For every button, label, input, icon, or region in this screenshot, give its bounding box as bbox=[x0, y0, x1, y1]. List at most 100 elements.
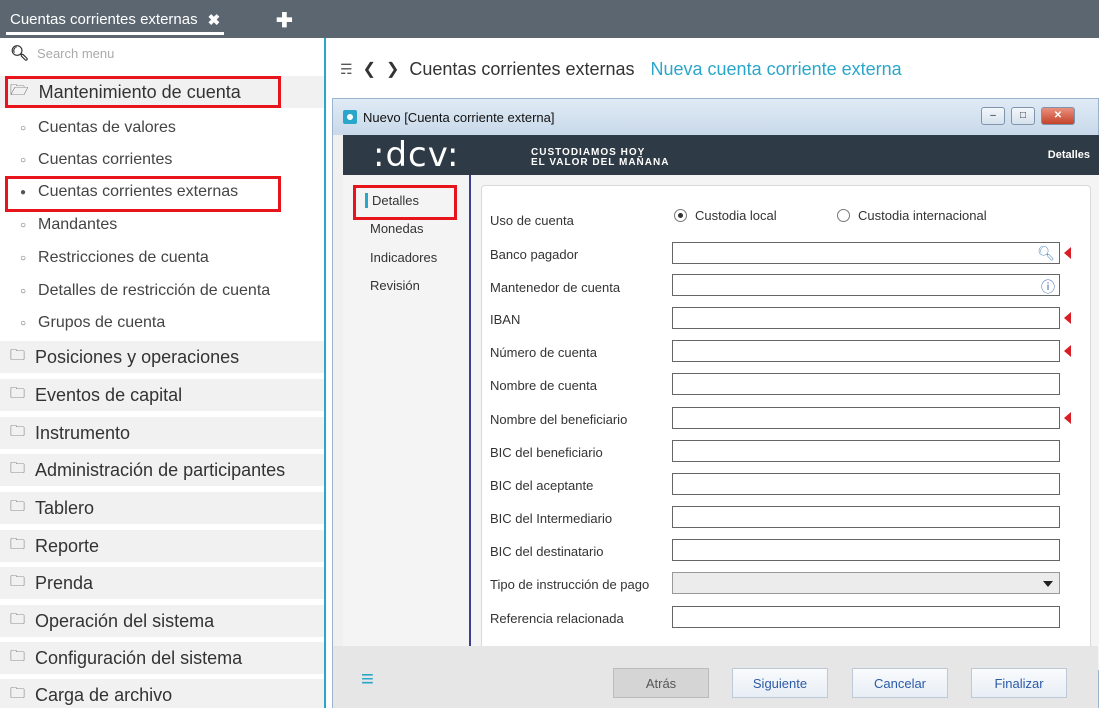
breadcrumb-current[interactable]: Cuentas corrientes externas bbox=[409, 59, 634, 80]
app-icon bbox=[343, 110, 357, 124]
required-marker bbox=[1064, 247, 1071, 259]
sidebar-item-label: Mandantes bbox=[38, 216, 118, 233]
new-account-dialog: Nuevo [Cuenta corriente externa] – □ ✕ :… bbox=[332, 98, 1099, 708]
banco-pagador-input[interactable]: 🔍︎ bbox=[672, 242, 1060, 264]
dialog-footer: ≡ Atrás Siguiente Cancelar Finalizar bbox=[333, 646, 1098, 708]
radio-label: Custodia internacional bbox=[858, 208, 987, 223]
sidebar-group-administracion[interactable]: 🗀︎ Administración de participantes bbox=[0, 454, 324, 486]
window-close-button[interactable]: ✕ bbox=[1041, 107, 1075, 125]
bic-intermediario-input[interactable] bbox=[672, 506, 1060, 528]
folder-icon: 🗀︎ bbox=[10, 610, 26, 628]
radio-custodia-local[interactable]: Custodia local bbox=[674, 208, 777, 223]
sidebar-group-operacion[interactable]: 🗀︎ Operación del sistema bbox=[0, 605, 324, 637]
highlight-box bbox=[5, 76, 281, 108]
sidebar-group-instrumento[interactable]: 🗀︎ Instrumento bbox=[0, 417, 324, 449]
back-button[interactable]: Atrás bbox=[613, 668, 709, 698]
sidebar-group-carga[interactable]: 🗀︎ Carga de archivo bbox=[0, 679, 324, 708]
minimize-button[interactable]: – bbox=[981, 107, 1005, 125]
field-label-iban: IBAN bbox=[490, 312, 521, 327]
sidebar-item-restricciones[interactable]: ○ Restricciones de cuenta bbox=[0, 242, 324, 274]
folder-icon: 🗀︎ bbox=[10, 384, 26, 402]
folder-icon: 🗀︎ bbox=[10, 535, 26, 553]
radio-custodia-internacional[interactable]: Custodia internacional bbox=[837, 208, 987, 223]
step-monedas[interactable]: Monedas bbox=[370, 221, 423, 236]
bullet-icon: ○ bbox=[20, 154, 27, 166]
folder-icon: 🗀︎ bbox=[10, 572, 26, 590]
tab-label: Cuentas corrientes externas bbox=[10, 11, 198, 28]
sidebar-group-label: Eventos de capital bbox=[35, 384, 183, 405]
wizard-steps: Detalles Monedas Indicadores Revisión bbox=[343, 175, 471, 670]
field-label-bic-intermediario: BIC del Intermediario bbox=[490, 511, 613, 526]
sidebar-item-label: Grupos de cuenta bbox=[38, 314, 166, 331]
folder-icon: 🗀︎ bbox=[10, 422, 26, 440]
sidebar-group-prenda[interactable]: 🗀︎ Prenda bbox=[0, 567, 324, 599]
search-icon: 🔍︎ bbox=[10, 45, 30, 62]
sidebar-group-reporte[interactable]: 🗀︎ Reporte bbox=[0, 530, 324, 562]
iban-input[interactable] bbox=[672, 307, 1060, 329]
sidebar-item-grupos-cuenta[interactable]: ○ Grupos de cuenta bbox=[0, 307, 324, 339]
search-input[interactable]: Search menu bbox=[37, 46, 114, 61]
tab-bar: Cuentas corrientes externas ✖ ✚ bbox=[0, 0, 1099, 38]
tipo-instruccion-select[interactable] bbox=[672, 572, 1060, 594]
sidebar-item-mandantes[interactable]: ○ Mandantes bbox=[0, 209, 324, 241]
bic-destinatario-input[interactable] bbox=[672, 539, 1060, 561]
field-label-beneficiario: Nombre del beneficiario bbox=[490, 412, 628, 427]
search-icon[interactable]: 🔍︎ bbox=[1037, 245, 1055, 262]
dialog-titlebar[interactable]: Nuevo [Cuenta corriente externa] – □ ✕ bbox=[333, 99, 1098, 135]
tab-cuentas-corrientes-externas[interactable]: Cuentas corrientes externas ✖ bbox=[6, 9, 225, 35]
bullet-icon: ○ bbox=[20, 252, 27, 264]
maximize-button[interactable]: □ bbox=[1011, 107, 1035, 125]
banner-section-label: Detalles bbox=[1047, 149, 1090, 161]
field-label-nombre-cuenta: Nombre de cuenta bbox=[490, 378, 597, 393]
sidebar-group-label: Operación del sistema bbox=[35, 610, 215, 631]
bullet-icon: ○ bbox=[20, 317, 27, 329]
sidebar-item-label: Detalles de restricción de cuenta bbox=[38, 282, 271, 299]
referencia-input[interactable] bbox=[672, 606, 1060, 628]
next-button[interactable]: Siguiente bbox=[732, 668, 828, 698]
nombre-beneficiario-input[interactable] bbox=[672, 407, 1060, 429]
details-form: Uso de cuenta Custodia local Custodia in… bbox=[481, 185, 1091, 655]
sidebar-group-label: Carga de archivo bbox=[35, 684, 173, 705]
highlight-box bbox=[353, 185, 457, 220]
menu-icon[interactable]: ≡ bbox=[361, 666, 374, 692]
sidebar-item-cuentas-valores[interactable]: ○ Cuentas de valores bbox=[0, 112, 324, 144]
field-label-tipo-instruccion: Tipo de instrucción de pago bbox=[490, 577, 650, 592]
field-label-bic-beneficiario: BIC del beneficiario bbox=[490, 445, 603, 460]
numero-cuenta-input[interactable] bbox=[672, 340, 1060, 362]
info-icon[interactable]: ⓘ bbox=[1041, 277, 1055, 297]
step-revision[interactable]: Revisión bbox=[370, 278, 420, 293]
mantenedor-input[interactable]: ⓘ bbox=[672, 274, 1060, 296]
close-icon[interactable]: ✖ bbox=[208, 11, 221, 29]
sidebar-group-label: Posiciones y operaciones bbox=[35, 346, 240, 367]
breadcrumb: ☴ ❮ ❯ Cuentas corrientes externas Nueva … bbox=[340, 55, 902, 83]
sidebar-group-eventos[interactable]: 🗀︎ Eventos de capital bbox=[0, 379, 324, 411]
radio-selected-icon bbox=[674, 209, 687, 222]
forward-arrow-icon[interactable]: ❯ bbox=[386, 59, 399, 79]
sidebar-group-configuracion[interactable]: 🗀︎ Configuración del sistema bbox=[0, 642, 324, 674]
nombre-cuenta-input[interactable] bbox=[672, 373, 1060, 395]
cancel-button[interactable]: Cancelar bbox=[852, 668, 948, 698]
sidebar-group-label: Reporte bbox=[35, 535, 100, 556]
sidebar-group-posiciones[interactable]: 🗀︎ Posiciones y operaciones bbox=[0, 341, 324, 373]
step-indicadores[interactable]: Indicadores bbox=[370, 250, 437, 265]
field-label-mantenedor: Mantenedor de cuenta bbox=[490, 280, 621, 295]
field-label-referencia: Referencia relacionada bbox=[490, 611, 624, 626]
field-label-banco-pagador: Banco pagador bbox=[490, 247, 579, 262]
bic-beneficiario-input[interactable] bbox=[672, 440, 1060, 462]
search-box[interactable]: 🔍︎ Search menu bbox=[10, 42, 114, 64]
back-arrow-icon[interactable]: ❮ bbox=[363, 59, 376, 79]
sidebar-item-detalles-restriccion[interactable]: ○ Detalles de restricción de cuenta bbox=[0, 275, 324, 307]
folder-icon: 🗀︎ bbox=[10, 684, 26, 702]
add-tab-icon[interactable]: ✚ bbox=[276, 8, 293, 33]
radio-unselected-icon bbox=[837, 209, 850, 222]
finish-button[interactable]: Finalizar bbox=[971, 668, 1067, 698]
sitemap-icon[interactable]: ☴ bbox=[340, 61, 353, 78]
breadcrumb-new: Nueva cuenta corriente externa bbox=[650, 58, 902, 79]
bic-aceptante-input[interactable] bbox=[672, 473, 1060, 495]
sidebar-group-label: Administración de participantes bbox=[35, 459, 286, 480]
sidebar-item-label: Cuentas corrientes bbox=[38, 151, 173, 168]
sidebar-item-cuentas-corrientes[interactable]: ○ Cuentas corrientes bbox=[0, 144, 324, 176]
folder-icon: 🗀︎ bbox=[10, 497, 26, 515]
sidebar-group-tablero[interactable]: 🗀︎ Tablero bbox=[0, 492, 324, 524]
sidebar-group-label: Prenda bbox=[35, 572, 94, 593]
